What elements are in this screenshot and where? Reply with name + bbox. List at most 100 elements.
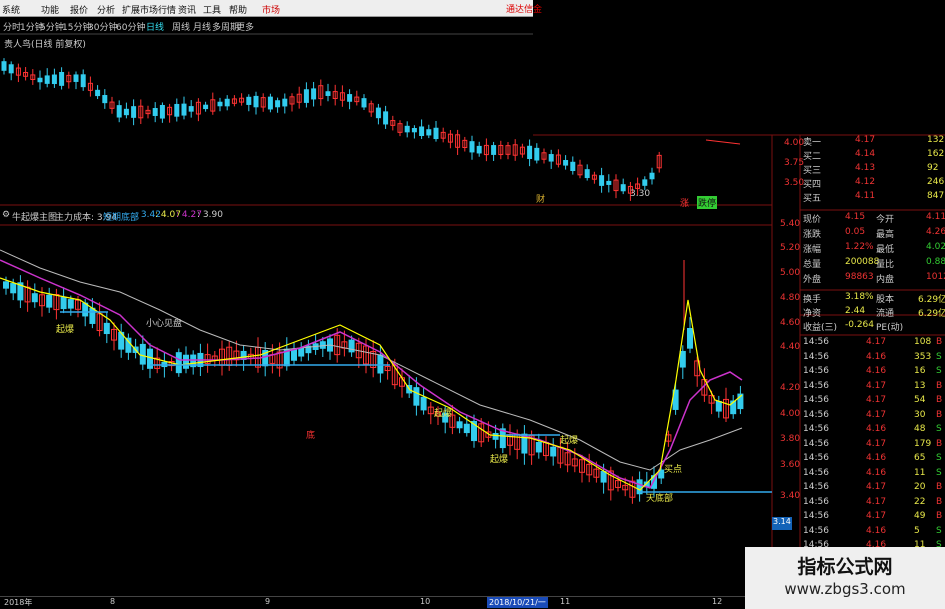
watermark-url: www.zbgs3.com xyxy=(784,580,906,598)
upper-candle-body xyxy=(174,103,180,117)
upper-candle-body xyxy=(116,105,122,118)
period-tab[interactable]: 分时 xyxy=(3,20,21,33)
tick-volume: 54 xyxy=(914,395,926,405)
stat-value: 6.29亿 xyxy=(918,295,945,305)
upper-candle-body xyxy=(267,96,273,110)
lower-candles xyxy=(3,260,744,504)
tick-time: 14:56 xyxy=(803,467,829,478)
brand-label: 通达信金 xyxy=(506,5,543,15)
upper-candle-body xyxy=(95,89,101,97)
upper-candle-body xyxy=(548,154,554,162)
tick-side: B xyxy=(936,496,943,507)
date-label: 10 xyxy=(420,597,431,606)
upper-candle-body xyxy=(102,95,108,104)
indicator-bottom-label: 短期底部 xyxy=(103,213,140,223)
order-volume: 92 xyxy=(927,163,939,173)
upper-candle-body xyxy=(152,108,158,116)
order-label: 买三 xyxy=(803,166,822,176)
tick-volume: 108 xyxy=(914,337,932,347)
menu-bar: 系统 功能 报价 分析 扩展市场行情 资讯 工具 帮助 市场 通达信金 xyxy=(0,0,542,17)
menu-quote[interactable]: 报价 xyxy=(70,3,88,16)
ma-line-mid xyxy=(0,259,743,489)
menu-market[interactable]: 市场 xyxy=(262,3,280,16)
indicator-name[interactable]: 牛起爆主图 xyxy=(12,210,57,223)
upper-marker-red: 涨 xyxy=(680,199,690,209)
date-label: 11 xyxy=(560,597,571,606)
period-tab[interactable]: 5分钟 xyxy=(40,20,64,33)
lower-candle-body xyxy=(103,322,110,335)
upper-candle-body xyxy=(80,74,86,88)
menu-system[interactable]: 系统 xyxy=(2,3,20,16)
period-tab[interactable]: 月线 xyxy=(193,20,211,33)
upper-candle-body xyxy=(433,127,439,140)
upper-candle-body xyxy=(253,95,259,108)
lower-annotation: 底 xyxy=(306,431,316,441)
tick-time: 14:56 xyxy=(803,453,829,463)
menu-tools[interactable]: 工具 xyxy=(203,3,221,16)
period-tab[interactable]: 更多 xyxy=(236,20,254,33)
order-price: 4.12 xyxy=(855,177,876,187)
upper-candle-body xyxy=(181,103,187,116)
indicator-value-4: : 3.90 xyxy=(197,210,223,220)
stat-label: 最低 xyxy=(876,245,895,255)
upper-candle-body xyxy=(131,106,137,118)
menu-extended-market[interactable]: 扩展市场行情 xyxy=(122,3,176,16)
date-axis: 2018年 8 9 10 2018/10/21/一 11 12 xyxy=(0,596,745,609)
lower-candle-body xyxy=(319,341,326,349)
order-price: 4.17 xyxy=(855,135,876,145)
lower-annotation: 买点 xyxy=(664,465,683,475)
menu-analysis[interactable]: 分析 xyxy=(97,3,115,16)
tick-volume: 65 xyxy=(914,453,926,463)
upper-candle-body xyxy=(282,98,288,107)
date-cursor-label: 2018/10/21/一 xyxy=(487,597,548,608)
period-tab[interactable]: 多周期 xyxy=(212,20,239,33)
tick-time: 14:56 xyxy=(803,511,829,521)
upper-candle-body xyxy=(426,129,432,136)
upper-candle-body xyxy=(404,125,410,133)
menu-function[interactable]: 功能 xyxy=(41,3,59,16)
menu-help[interactable]: 帮助 xyxy=(229,3,247,16)
period-tab[interactable]: 60分钟 xyxy=(116,20,145,33)
date-label: 2018年 xyxy=(4,598,33,607)
tick-side: B xyxy=(936,409,943,420)
upper-candle-body xyxy=(383,111,389,125)
stat-label: 最高 xyxy=(876,230,895,240)
upper-candle-body xyxy=(563,160,569,166)
lower-candle-body xyxy=(600,471,607,483)
tick-price: 4.17 xyxy=(866,511,887,521)
tick-price: 4.17 xyxy=(866,482,887,492)
tick-time: 14:56 xyxy=(803,380,829,391)
period-tab[interactable]: 周线 xyxy=(172,20,190,33)
stat-label: 量比 xyxy=(876,260,895,270)
tick-price: 4.17 xyxy=(866,496,887,507)
menu-news[interactable]: 资讯 xyxy=(178,3,196,16)
tick-volume: 30 xyxy=(914,409,926,420)
period-tab[interactable]: 日线 xyxy=(146,20,164,33)
period-tab[interactable]: 30分钟 xyxy=(88,20,117,33)
upper-candle-body xyxy=(476,145,482,154)
upper-marker-gold: 财 xyxy=(536,195,546,205)
lower-candle-body xyxy=(10,283,17,294)
lower-candle-body xyxy=(298,347,305,357)
order-volume: 847 xyxy=(927,191,945,201)
gear-icon[interactable]: ⚙ xyxy=(2,210,10,220)
watermark-title: 指标公式网 xyxy=(797,556,893,578)
order-label: 买五 xyxy=(803,194,822,204)
upper-candle-body xyxy=(469,141,475,153)
upper-candle-body xyxy=(527,145,533,160)
lower-y-tick: 4.20 xyxy=(780,383,801,393)
stat-label: 流通 xyxy=(876,309,895,319)
lower-y-tick: 5.40 xyxy=(780,219,801,229)
tick-time: 14:56 xyxy=(803,366,829,376)
order-label: 买四 xyxy=(803,180,822,190)
upper-candle-body xyxy=(275,100,281,108)
stat-label: 总量 xyxy=(803,260,822,270)
upper-candle-body xyxy=(159,104,165,119)
upper-candle-wick xyxy=(705,139,741,145)
lower-candle-body xyxy=(60,296,67,310)
tick-side: S xyxy=(936,467,942,478)
stat-value: 6.29亿 xyxy=(918,309,945,319)
upper-candle-body xyxy=(44,75,50,84)
stat-label: 今开 xyxy=(876,215,895,225)
lower-y-tick: 4.80 xyxy=(780,293,801,303)
